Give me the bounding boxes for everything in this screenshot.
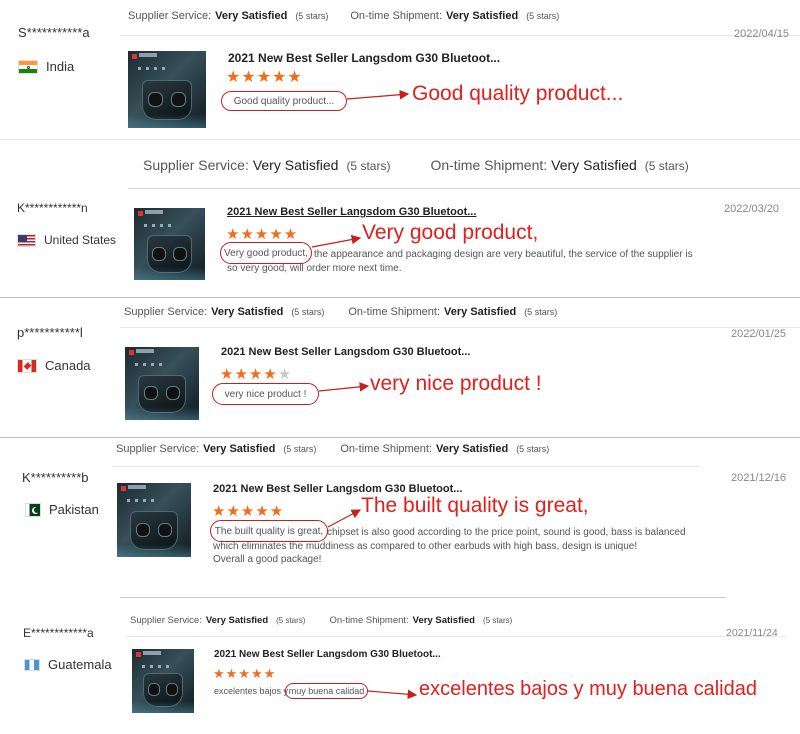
arrow-icon	[346, 89, 410, 100]
arrow-icon	[327, 509, 362, 528]
arrow-icon	[367, 689, 418, 700]
arrow-icon	[318, 382, 370, 392]
annotation-arrows	[311, 89, 418, 700]
arrow-icon	[311, 234, 362, 248]
